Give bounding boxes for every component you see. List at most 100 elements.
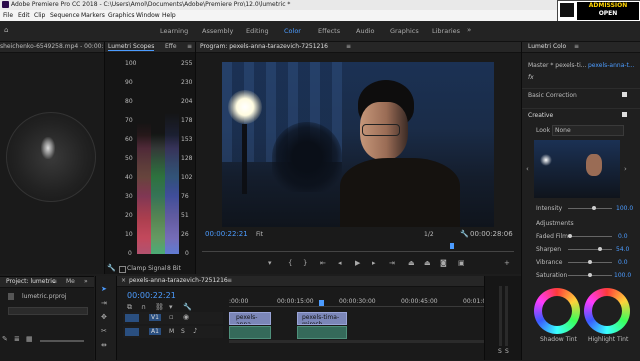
timeline-playhead[interactable] [319,300,324,306]
bit-depth-select[interactable]: 8 Bit [167,265,181,272]
timeline-clip-v1-b[interactable]: pexels-tima-mirosh [297,312,347,325]
microphone-icon[interactable]: ♪ [193,328,197,335]
step-back-icon[interactable]: ◂ [338,260,342,267]
workspace-audio[interactable]: Audio [356,27,374,35]
add-marker-icon[interactable]: ▾ [169,304,173,311]
look-select[interactable]: None [552,125,624,136]
linked-selection-icon[interactable]: ⛓ [155,304,164,311]
workspace-assembly[interactable]: Assembly [202,27,233,35]
shadow-tint-center[interactable] [542,296,572,326]
program-timecode[interactable]: 00:00:22:21 [205,230,248,238]
adjustments-label[interactable]: Adjustments [536,220,574,227]
zoom-slider[interactable] [40,340,84,342]
menu-markers[interactable]: Markers [81,12,105,19]
scopes-menu-icon[interactable]: ≡ [187,43,192,50]
nest-icon[interactable]: ⧉ [127,304,132,311]
faded-film-value[interactable]: 0.0 [618,233,628,240]
ripple-edit-icon[interactable]: ✥ [101,314,107,321]
menu-sequence[interactable]: Sequence [50,12,80,19]
timeline-scrollbar[interactable] [229,340,519,343]
intensity-knob[interactable] [592,206,596,210]
menu-window[interactable]: Window [136,12,160,19]
track-v1-label[interactable]: V1 [149,314,161,321]
timeline-menu-icon[interactable]: ≡ [227,277,232,284]
look-preview[interactable] [534,140,620,198]
lift-icon[interactable]: ⏏ [408,260,415,267]
solo-button[interactable]: S [181,328,185,335]
master-clip-select[interactable]: Master * pexels-ti... [528,62,586,69]
extract-icon[interactable]: ⏏ [424,260,431,267]
menu-edit[interactable]: Edit [18,12,30,19]
project-menu-icon[interactable]: ≡ [52,278,57,285]
timeline-timecode[interactable]: 00:00:22:21 [127,291,176,300]
add-button-icon[interactable]: + [504,260,510,267]
tab-project[interactable]: Project: lumetric [6,278,55,285]
toggle-output-icon[interactable]: ◉ [183,314,189,321]
tab-effects[interactable]: Effe [165,43,177,50]
icon-view-icon[interactable]: ▦ [26,336,33,343]
timeline-close-icon[interactable]: × [121,277,126,284]
timeline-ruler[interactable]: :00:00 00:00:15:00 00:00:30:00 00:00:45:… [229,296,519,307]
workspace-libraries[interactable]: Libraries [432,27,460,35]
sharpen-knob[interactable] [598,247,602,251]
wrench-icon[interactable]: 🔧 [460,231,469,238]
more-tabs-icon[interactable]: » [84,278,88,285]
clamp-checkbox[interactable] [119,266,126,273]
playhead-marker[interactable] [450,243,454,249]
vibrance-slider[interactable] [568,260,612,264]
snap-icon[interactable]: ∩ [141,304,146,311]
track-a1-label[interactable]: A1 [149,328,161,335]
go-to-in-icon[interactable]: ⇤ [320,260,326,267]
a1-source-patch[interactable] [125,328,139,336]
timeline-clip-a1-b[interactable] [297,326,347,339]
workspace-learning[interactable]: Learning [160,27,188,35]
timeline-clip-a1-a[interactable] [229,326,271,339]
workspace-editing[interactable]: Editing [246,27,269,35]
step-forward-icon[interactable]: ▸ [372,260,376,267]
wrench-icon[interactable]: 🔧 [107,265,116,272]
saturation-value[interactable]: 100.0 [614,272,631,279]
look-prev-icon[interactable]: ‹ [526,166,529,173]
workspace-effects[interactable]: Effects [318,27,340,35]
list-view-icon[interactable]: ≣ [14,336,20,343]
saturation-slider[interactable] [568,273,612,277]
vibrance-value[interactable]: 0.0 [618,259,628,266]
slip-tool-icon[interactable]: ⇹ [101,342,107,349]
go-to-out-icon[interactable]: ⇥ [389,260,395,267]
mark-out-icon[interactable]: } [303,260,307,267]
creative-checkbox[interactable] [622,112,627,117]
menu-help[interactable]: Help [162,12,176,19]
timeline-settings-icon[interactable]: 🔧 [183,304,192,311]
razor-tool-icon[interactable]: ✂ [101,328,107,335]
creative-section[interactable]: Creative [522,108,640,121]
shadow-tint-wheel[interactable] [534,288,580,334]
menu-file[interactable]: File [3,12,13,19]
timeline-sequence-tab[interactable]: pexels-anna-tarazevich-7251216 [129,277,228,284]
menu-clip[interactable]: Clip [34,12,45,19]
workspace-graphics[interactable]: Graphics [390,27,419,35]
highlight-tint-wheel[interactable] [584,288,630,334]
lumetri-menu-icon[interactable]: ≡ [574,43,579,50]
saturation-knob[interactable] [588,273,592,277]
fit-select[interactable]: Fit [256,231,263,238]
menu-graphics[interactable]: Graphics [108,12,135,19]
more-workspaces-icon[interactable]: » [467,27,471,34]
sync-lock-icon[interactable]: ▫ [169,314,174,321]
sharpen-value[interactable]: 54.0 [616,246,629,253]
selection-tool-icon[interactable]: ➤ [101,286,107,293]
intensity-slider[interactable] [568,206,612,210]
sharpen-slider[interactable] [568,247,612,251]
v1-source-patch[interactable] [125,314,139,322]
basic-correction-section[interactable]: Basic Correction [522,88,640,101]
intensity-value[interactable]: 100.0 [616,205,633,212]
clip-select[interactable]: pexels-anna-t... [588,62,635,69]
mute-button[interactable]: M [169,328,174,335]
track-select-icon[interactable]: ⇥ [101,300,107,307]
highlight-tint-center[interactable] [592,296,622,326]
vibrance-knob[interactable] [588,260,592,264]
comparison-view-icon[interactable]: ▣ [458,260,465,267]
tab-media[interactable]: Me [66,278,75,285]
tab-lumetri-color[interactable]: Lumetri Colo [528,43,566,50]
program-menu-icon[interactable]: ≡ [346,43,351,50]
program-scrubber[interactable] [202,243,514,252]
